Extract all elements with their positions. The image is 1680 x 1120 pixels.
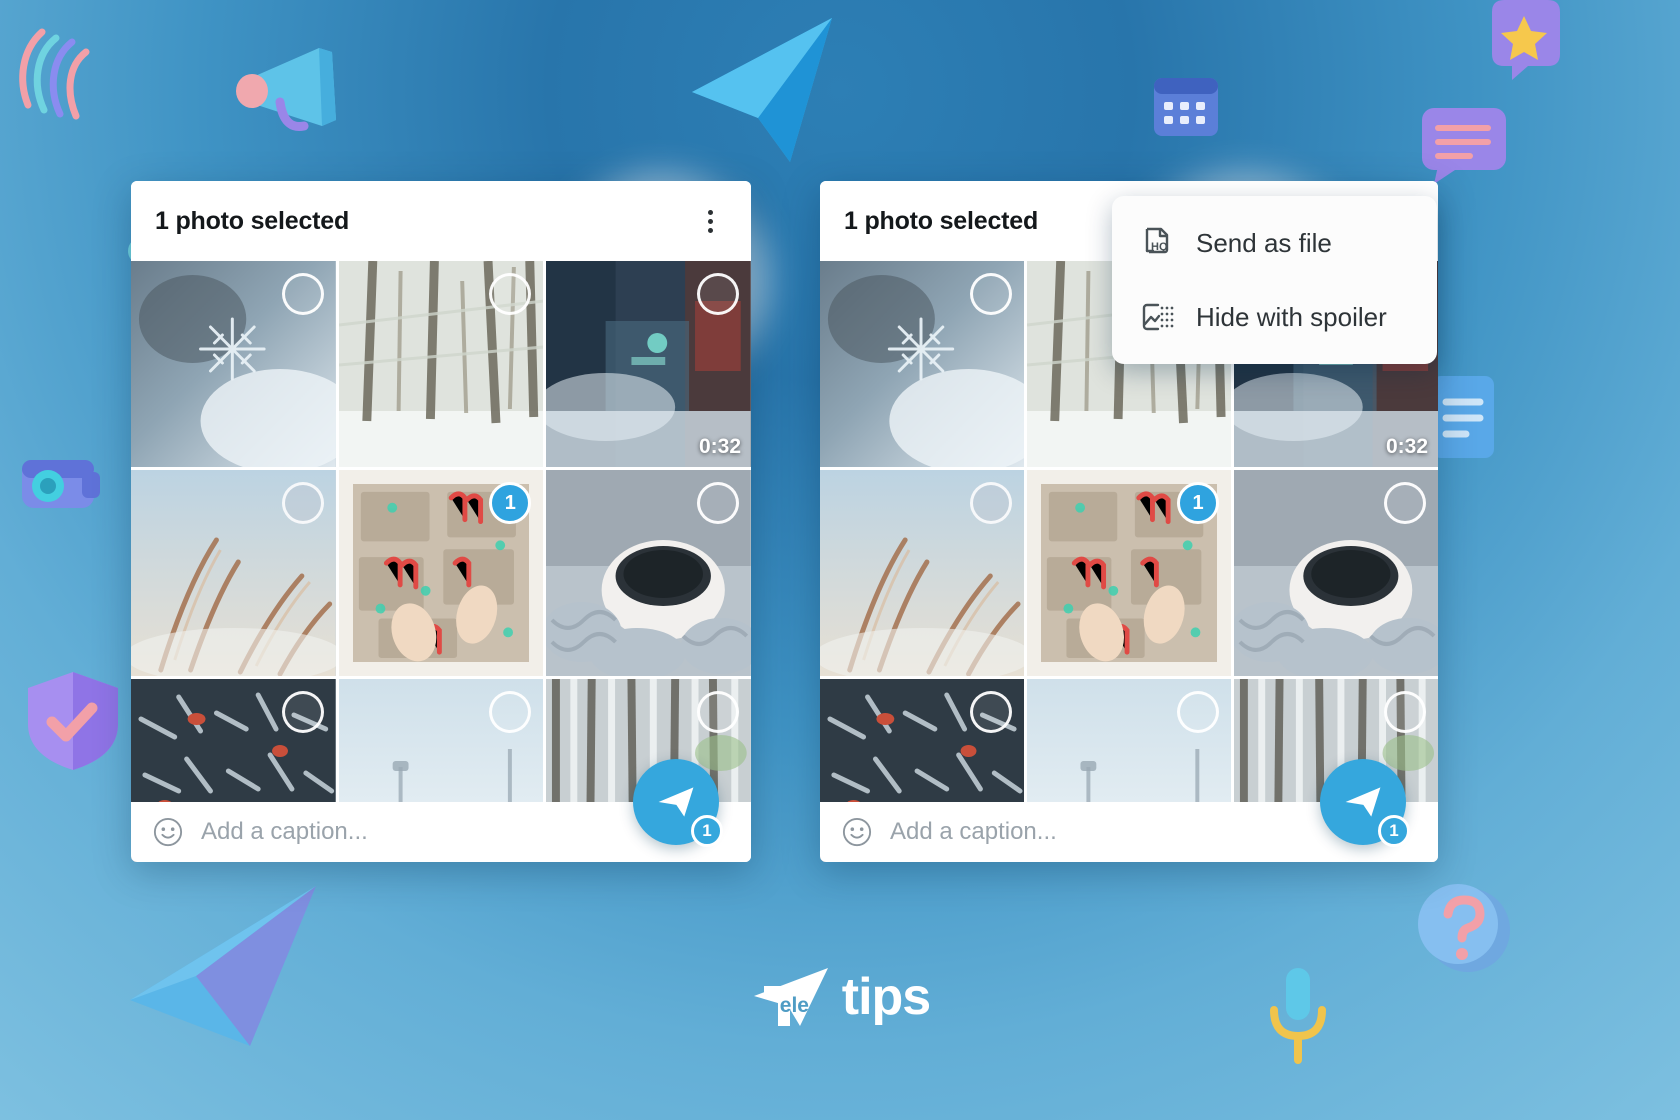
photo-select-bubble[interactable]: 1	[1177, 482, 1219, 524]
photo-select-bubble[interactable]	[1384, 691, 1426, 733]
photo-select-bubble[interactable]	[697, 691, 739, 733]
photo-select-bubble[interactable]	[970, 691, 1012, 733]
photo-select-bubble[interactable]	[281, 273, 324, 315]
page-title: 1 photo selected	[155, 206, 350, 235]
page-title: 1 photo selected	[844, 206, 1039, 235]
photo-cell-snowy-street-video[interactable]: 0:32	[546, 261, 751, 467]
photo-cell-snowflake-macro[interactable]	[131, 261, 336, 467]
send-count-badge: 1	[1378, 815, 1410, 847]
photo-select-bubble[interactable]	[970, 273, 1012, 315]
photo-cell-coffee-cup-knit[interactable]	[546, 470, 751, 676]
photo-cell-frozen-grass[interactable]	[131, 470, 336, 676]
photo-cell-coffee-cup-knit[interactable]	[1234, 470, 1438, 676]
decor-chat-bubble	[1408, 100, 1518, 190]
brand-logo: ele tips	[0, 966, 1680, 1028]
brand-word: tips	[841, 968, 931, 1026]
decor-calendar	[1148, 66, 1226, 144]
photo-select-bubble[interactable]	[970, 482, 1012, 524]
photo-cell-snowy-forest[interactable]	[338, 261, 544, 467]
menu-item-label: Send as file	[1196, 227, 1332, 258]
send-icon	[1345, 787, 1381, 817]
image-spoiler-icon	[1142, 303, 1174, 331]
smiley-icon[interactable]	[153, 817, 183, 847]
menu-item-label: Hide with spoiler	[1196, 301, 1387, 332]
video-duration-label: 0:32	[1385, 435, 1428, 458]
photo-select-bubble[interactable]	[697, 482, 739, 524]
decor-star-badge	[1478, 0, 1574, 84]
decor-fingerprint	[8, 10, 108, 120]
photo-cell-candy-cane-gifts[interactable]: 1	[1027, 470, 1231, 676]
file-hq-icon: HQ	[1145, 227, 1169, 254]
photo-select-bubble[interactable]	[1177, 691, 1219, 733]
photo-picker-panel-left: 1 photo selected 0:32 1 1 Add a caption.…	[131, 181, 751, 862]
send-icon	[658, 787, 694, 817]
photo-select-bubble[interactable]	[697, 273, 739, 315]
brand-paper-plane-icon: ele	[750, 966, 832, 1028]
menu-item-send-as-file[interactable]: HQ Send as file	[1112, 206, 1437, 280]
decor-paper-plane-large	[672, 6, 852, 186]
more-options-icon[interactable]	[693, 204, 727, 238]
video-duration-label: 0:32	[698, 435, 741, 458]
decor-megaphone	[224, 40, 374, 145]
decor-camera	[4, 434, 114, 530]
context-menu: HQ Send as file Hide with spoiler	[1112, 196, 1437, 364]
svg-text:HQ: HQ	[1151, 241, 1168, 253]
brand-mark-text: ele	[779, 994, 809, 1017]
photo-select-bubble[interactable]	[281, 691, 324, 733]
send-button[interactable]: 1	[633, 759, 723, 847]
photo-cell-snowflake-macro[interactable]	[820, 261, 1024, 467]
photo-select-bubble[interactable]	[1384, 482, 1426, 524]
send-count-badge: 1	[691, 815, 723, 847]
caption-input[interactable]: Add a caption...	[201, 818, 368, 846]
panel-header-left: 1 photo selected	[131, 181, 751, 261]
decor-shield-check	[18, 664, 128, 778]
photo-cell-candy-cane-gifts[interactable]: 1	[338, 470, 544, 676]
smiley-icon[interactable]	[842, 817, 872, 847]
menu-item-hide-with-spoiler[interactable]: Hide with spoiler	[1112, 280, 1437, 354]
photo-cell-frozen-grass[interactable]	[820, 470, 1024, 676]
send-button[interactable]: 1	[1320, 759, 1410, 847]
caption-input[interactable]: Add a caption...	[890, 818, 1057, 846]
photo-select-bubble[interactable]	[281, 482, 324, 524]
